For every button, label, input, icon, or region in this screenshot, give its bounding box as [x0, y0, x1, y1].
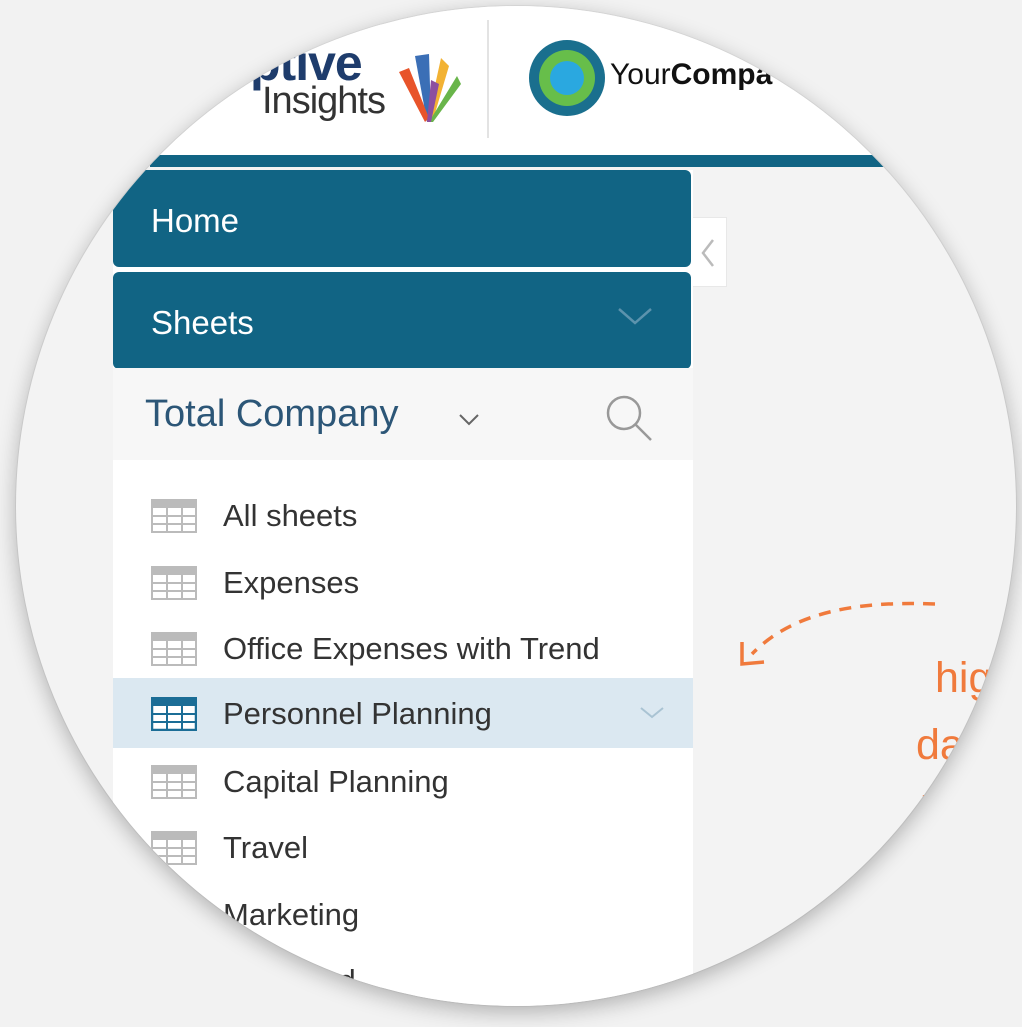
header-accent-bar — [150, 155, 1016, 167]
sheet-grid-icon — [151, 499, 197, 533]
annotation-line: b — [860, 913, 1016, 980]
sheet-label: Personnel Planning — [223, 696, 492, 731]
sheet-label: Office Expenses with Trend — [223, 631, 600, 666]
magnifier-lens: ptive Insights YourCompa Home Sheets Tot… — [16, 6, 1016, 1006]
sidebar: Home Sheets Total Company All sheets Exp… — [113, 170, 693, 1006]
sheet-grid-icon — [151, 632, 197, 666]
company-logo-icon — [529, 40, 605, 116]
sheet-item[interactable]: lar Spend — [113, 945, 693, 1006]
nav-home-label: Home — [151, 202, 240, 239]
sheet-grid-icon — [151, 964, 197, 998]
collapse-sidebar-button[interactable] — [693, 217, 727, 287]
chevron-down-icon — [618, 308, 652, 325]
sheet-item[interactable]: All sheets — [113, 480, 693, 550]
sheet-item[interactable]: Travel — [113, 812, 693, 882]
sheet-item-active[interactable]: Personnel Planning — [113, 678, 693, 748]
annotation-line: darke — [916, 721, 1016, 769]
context-selector[interactable]: Total Company — [113, 368, 693, 460]
chevron-down-icon — [459, 414, 479, 426]
sheet-label: Marketing — [223, 897, 360, 932]
annotation-text: M high darke is dis the m b — [860, 578, 1016, 980]
sheet-item[interactable]: Expenses — [113, 547, 693, 617]
nav-home-tab[interactable]: Home — [113, 170, 691, 267]
sheet-grid-icon — [151, 831, 197, 865]
app-header: ptive Insights YourCompa — [16, 6, 1016, 160]
annotation-line: high — [935, 654, 1016, 702]
sheet-label: Expenses — [223, 565, 360, 600]
context-title: Total Company — [145, 393, 399, 435]
nav-sheets-tab[interactable]: Sheets — [113, 272, 691, 369]
nav-sheets-label: Sheets — [151, 304, 254, 341]
brand-logo-icon — [399, 54, 461, 122]
annotation-line: M — [860, 578, 1016, 645]
header-divider — [487, 20, 489, 138]
sheet-label: lar Spend — [223, 963, 356, 998]
brand-logo-subtext: Insights — [262, 80, 386, 122]
annotation-line: is dis — [920, 788, 1016, 836]
sheet-item[interactable]: Office Expenses with Trend — [113, 613, 693, 683]
sheet-grid-icon — [151, 566, 197, 600]
sheet-item[interactable]: Marketing — [113, 879, 693, 949]
sheet-label: Capital Planning — [223, 764, 449, 799]
company-name: YourCompa — [610, 58, 773, 91]
sheet-label: All sheets — [223, 498, 358, 533]
sheet-label: Travel — [223, 830, 308, 865]
chevron-down-icon[interactable] — [639, 706, 665, 720]
sheet-grid-icon — [151, 697, 197, 731]
chevron-left-icon — [701, 239, 714, 267]
sheet-grid-icon — [151, 765, 197, 799]
sheet-item[interactable]: Capital Planning — [113, 746, 693, 816]
sheet-grid-icon — [151, 898, 197, 932]
search-icon[interactable] — [603, 392, 655, 444]
annotation-line: the m — [900, 855, 1008, 903]
